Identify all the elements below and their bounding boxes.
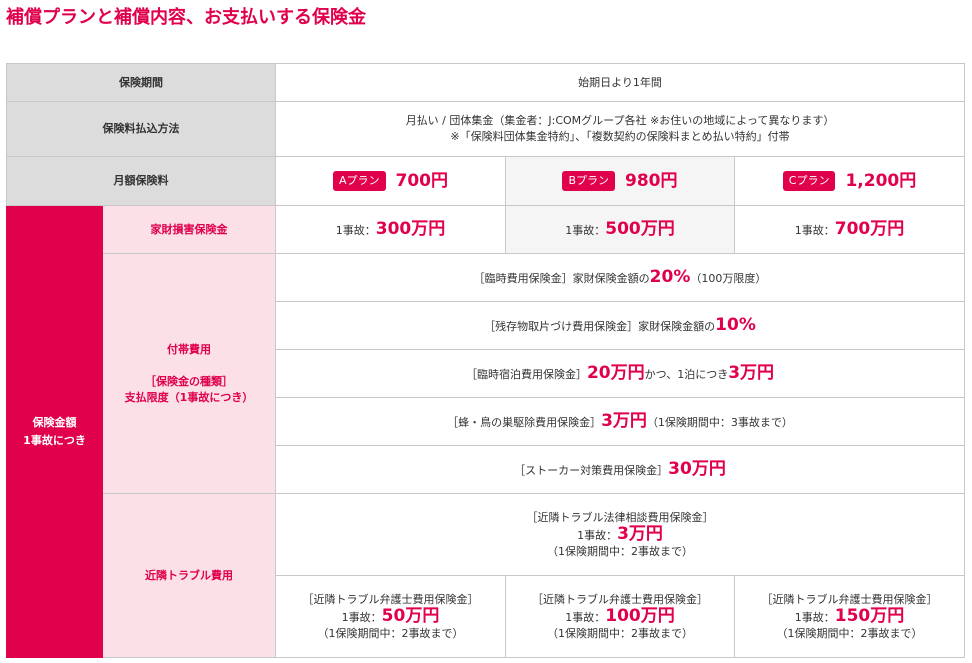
plan-b-cell: Bプラン 980円 <box>505 156 735 206</box>
row-payment-method: 保険料払込方法 月払い / 団体集金（集金者：J:COMグループ各社 ※お住いの… <box>6 101 966 157</box>
property-amount-c-value: 700万円 <box>834 218 905 239</box>
plan-a-badge: Aプラン <box>332 171 386 191</box>
neighbor-trouble-label: 近隣トラブル費用 <box>102 493 276 658</box>
plan-c-price: 1,200円 <box>845 171 917 191</box>
incidental-item-nest-removal: ［蜂・鳥の巣駆除費用保険金］3万円（1保険期間中：3事故まで） <box>274 397 966 446</box>
side-label-line2: 1事故につき <box>23 433 86 447</box>
property-amount-b-value: 500万円 <box>605 218 675 239</box>
coverage-amount-side-label: 保険金額 1事故につき <box>6 205 103 658</box>
property-prefix: 1事故： <box>335 223 376 237</box>
plan-b-badge: Bプラン <box>562 171 616 191</box>
property-prefix: 1事故： <box>794 223 835 237</box>
legal-consult-note: （1保険期間中：2事故まで） <box>547 544 694 558</box>
plan-a-cell: Aプラン 700円 <box>275 156 506 206</box>
lodging-per-night: 3万円 <box>728 362 775 383</box>
row-monthly-premium: 月額保険料 Aプラン 700円 Bプラン 980円 Cプラン 1,200円 <box>6 156 966 206</box>
lawyer-amount-a: 50万円 <box>381 605 440 626</box>
lawyer-fee-c: ［近隣トラブル弁護士費用保険金］ 1事故：150万円 （1保険期間中：2事故まで… <box>733 575 966 658</box>
property-amount-a: 1事故：300万円 <box>275 205 506 254</box>
property-amount-a-value: 300万円 <box>375 218 446 239</box>
incidental-label-line3: 支払限度（1事故につき） <box>124 390 254 404</box>
payment-method-value: 月払い / 団体集金（集金者：J:COMグループ各社 ※お住いの地域によって異な… <box>274 101 966 157</box>
page-title: 補償プランと補償内容、お支払いする保険金 <box>6 7 366 28</box>
row-incidental-1: 付帯費用 ［保険金の種類］ 支払限度（1事故につき） ［臨時費用保険金］家財保険… <box>7 253 966 494</box>
property-damage-label: 家財損害保険金 <box>102 205 276 254</box>
monthly-premium-label: 月額保険料 <box>6 156 276 206</box>
incidental-label-line1: 付帯費用 <box>167 342 211 356</box>
insurance-period-label: 保険期間 <box>6 63 276 102</box>
legal-consult-amount: 3万円 <box>617 523 663 544</box>
plan-a-price: 700円 <box>395 171 449 191</box>
lawyer-fee-a: ［近隣トラブル弁護士費用保険金］ 1事故：50万円 （1保険期間中：2事故まで） <box>275 575 506 658</box>
lawyer-amount-b: 100万円 <box>605 605 675 626</box>
incidental-label-line2: ［保険金の種類］ <box>145 374 233 388</box>
lawyer-fee-b: ［近隣トラブル弁護士費用保険金］ 1事故：100万円 （1保険期間中：2事故まで… <box>505 575 735 658</box>
side-label-line1: 保険金額 <box>32 415 77 429</box>
incidental-item-lodging: ［臨時宿泊費用保険金］20万円かつ、1泊につき3万円 <box>274 349 966 398</box>
neighbor-legal-consult: ［近隣トラブル法律相談費用保険金］ 1事故：3万円 （1保険期間中：2事故まで） <box>274 493 966 576</box>
nest-removal-amount: 3万円 <box>601 410 647 431</box>
row-property-damage: 保険金額 1事故につき 家財損害保険金 1事故：300万円 1事故：500万円 … <box>6 205 966 658</box>
plan-c-cell: Cプラン 1,200円 <box>733 156 966 206</box>
insurance-period-value: 始期日より1年間 <box>274 63 966 102</box>
row-neighbor-legal: 近隣トラブル費用 ［近隣トラブル法律相談費用保険金］ 1事故：3万円 （1保険期… <box>7 493 966 658</box>
property-amount-c: 1事故：700万円 <box>733 205 966 254</box>
incidental-expenses-label: 付帯費用 ［保険金の種類］ 支払限度（1事故につき） <box>102 253 276 494</box>
property-prefix: 1事故： <box>565 223 606 237</box>
lawyer-amount-c: 150万円 <box>834 605 905 626</box>
property-amount-b: 1事故：500万円 <box>505 205 735 254</box>
temporary-rate: 20% <box>649 266 691 287</box>
incidental-item-debris: ［残存物取片づけ費用保険金］家財保険金額の10% <box>274 301 966 350</box>
payment-method-line1: 月払い / 団体集金（集金者：J:COMグループ各社 ※お住いの地域によって異な… <box>405 114 835 127</box>
lodging-max: 20万円 <box>586 362 645 383</box>
incidental-item-temporary: ［臨時費用保険金］家財保険金額の20%（100万限度） <box>274 253 966 302</box>
payment-method-line2: ※「保険料団体集金特約」、「複数契約の保険料まとめ払い特約」付帯 <box>450 130 790 143</box>
row-insurance-period: 保険期間 始期日より1年間 <box>6 63 966 102</box>
incidental-item-stalker: ［ストーカー対策費用保険金］30万円 <box>274 445 966 494</box>
stalker-amount: 30万円 <box>668 458 726 479</box>
debris-rate: 10% <box>715 314 756 335</box>
plan-c-badge: Cプラン <box>782 171 836 191</box>
plan-b-price: 980円 <box>625 171 678 191</box>
payment-method-label: 保険料払込方法 <box>6 101 276 157</box>
coverage-table: 保険期間 始期日より1年間 保険料払込方法 月払い / 団体集金（集金者：J:C… <box>6 63 966 658</box>
